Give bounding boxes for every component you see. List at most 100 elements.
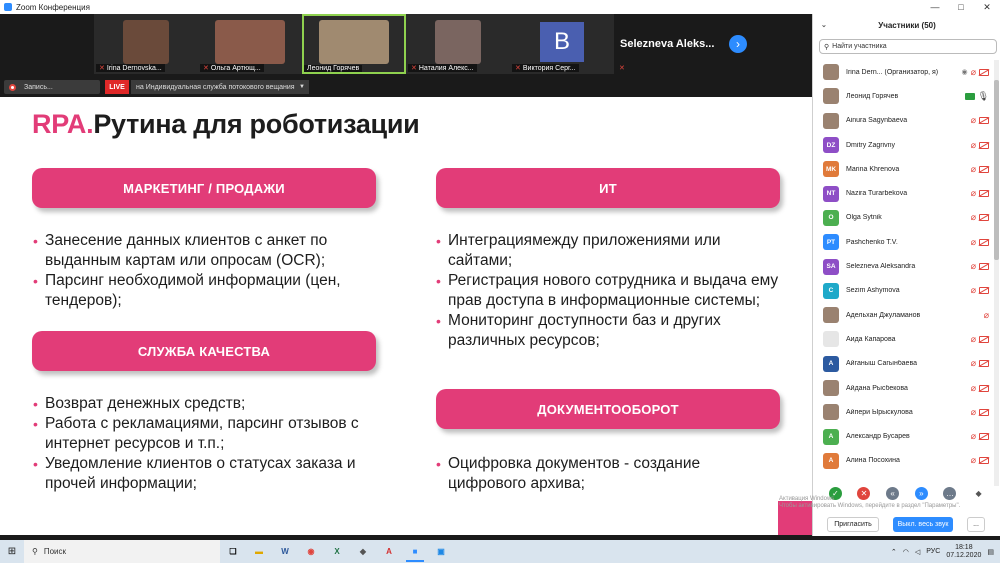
participant-row[interactable]: Irina Dern... (Организатор, я) ◉ ⌀ — [813, 60, 993, 84]
mic-muted-icon[interactable]: ⌀ — [971, 213, 976, 222]
camera-off-icon[interactable] — [979, 360, 989, 368]
camera-off-icon[interactable] — [979, 335, 989, 343]
participant-row[interactable]: Айпери Ырыскулова ⌀ — [813, 400, 993, 424]
excel-icon[interactable]: X — [324, 540, 350, 563]
mic-muted-icon[interactable]: ⌀ — [984, 310, 989, 320]
camera-off-icon[interactable] — [979, 384, 989, 392]
list-item: Оцифровка документов - создание цифровог… — [436, 454, 746, 494]
taskbar-search-input[interactable]: ⚲ Поиск — [24, 540, 220, 563]
scrollbar-thumb[interactable] — [994, 80, 999, 260]
camera-off-icon[interactable] — [979, 117, 989, 125]
mic-muted-icon[interactable]: ⌀ — [971, 359, 976, 368]
camera-on-icon[interactable] — [964, 92, 975, 100]
video-tile[interactable]: B ✕ Виктория Серг... — [510, 14, 614, 74]
video-tile[interactable]: ✕ Наталия Алекс... — [406, 14, 510, 74]
zoom-taskbar-icon[interactable]: ■ — [402, 540, 428, 563]
video-tile[interactable]: ✕ Ольга Артющ... — [198, 14, 302, 74]
camera-off-icon[interactable] — [979, 214, 989, 222]
language-indicator[interactable]: РУС — [926, 548, 940, 555]
participant-row[interactable]: Аида Капарова ⌀ — [813, 327, 993, 351]
camera-off-icon[interactable] — [979, 457, 989, 465]
file-explorer-icon[interactable]: ▬ — [246, 540, 272, 563]
participant-avatar: SA — [823, 258, 839, 275]
minimize-button[interactable]: — — [922, 0, 948, 14]
participant-row[interactable]: Ainura Sagynbaeva ⌀ — [813, 109, 993, 133]
search-icon: ⚲ — [824, 43, 830, 51]
task-view-icon[interactable]: ❏ — [220, 540, 246, 563]
participant-row[interactable]: PT Pashchenko T.V. ⌀ — [813, 230, 993, 254]
mic-on-icon[interactable]: 🎙 — [978, 91, 989, 101]
participant-row[interactable]: Леонид Горячев 🎙 — [813, 84, 993, 108]
bullet-list-docs: Оцифровка документов - создание цифровог… — [436, 454, 746, 494]
window-title: Zoom Конференция — [16, 2, 90, 12]
mute-all-button[interactable]: Выкл. весь звук — [893, 517, 953, 532]
camera-off-icon[interactable] — [979, 433, 989, 441]
mic-muted-icon[interactable]: ⌀ — [971, 67, 976, 77]
record-icon — [9, 83, 16, 91]
participant-scrollbar[interactable] — [994, 60, 999, 486]
windows-activation-watermark: Активация Windows Чтобы активировать Win… — [779, 496, 961, 509]
participant-row[interactable]: A Александр Бусарев ⌀ — [813, 424, 993, 448]
participant-search-input[interactable]: ⚲ Найти участника — [819, 39, 997, 54]
mic-muted-icon[interactable]: ⌀ — [971, 286, 976, 295]
mic-muted-icon[interactable]: ⌀ — [971, 432, 976, 441]
participant-row[interactable]: C Sezim Ashymova ⌀ — [813, 279, 993, 303]
participant-row[interactable]: DZ Dmitry Zagrivny ⌀ — [813, 133, 993, 157]
windows-start-icon[interactable]: ⊞ — [0, 540, 24, 563]
participant-row[interactable]: A Айганыш Сагынбаева ⌀ — [813, 352, 993, 376]
participant-row[interactable]: O Olga Sytnik ⌀ — [813, 206, 993, 230]
camera-off-icon[interactable] — [979, 238, 989, 246]
mic-muted-icon[interactable]: ⌀ — [971, 237, 976, 247]
participant-row[interactable]: A Алина Посохина ⌀ — [813, 449, 993, 473]
mic-muted-icon: ✕ — [619, 65, 625, 72]
mic-muted-icon[interactable]: ⌀ — [971, 456, 976, 465]
wifi-icon[interactable]: ◠ — [903, 548, 909, 556]
participant-row[interactable]: Айдана Рысбекова ⌀ — [813, 376, 993, 400]
participant-name: Алина Посохина — [846, 457, 900, 465]
notifications-icon[interactable]: ▤ — [987, 548, 994, 556]
participant-row[interactable]: MK Marina Khrenova ⌀ — [813, 157, 993, 181]
camera-off-icon[interactable] — [979, 408, 989, 416]
next-page-icon[interactable]: › — [729, 35, 747, 53]
camera-off-icon[interactable] — [979, 68, 989, 76]
acrobat-icon[interactable]: A — [376, 540, 402, 563]
mic-muted-icon[interactable]: ⌀ — [971, 164, 976, 174]
mic-muted-icon[interactable]: ⌀ — [971, 189, 976, 198]
camera-off-icon[interactable] — [979, 263, 989, 271]
camera-off-icon[interactable] — [979, 287, 989, 295]
photos-icon[interactable]: ▣ — [428, 540, 454, 563]
mic-muted-icon[interactable]: ⌀ — [971, 407, 976, 417]
participant-row[interactable]: SA Selezneva Aleksandra ⌀ — [813, 254, 993, 278]
app-icon[interactable]: ◆ — [350, 540, 376, 563]
maximize-button[interactable]: □ — [948, 0, 974, 14]
camera-off-icon[interactable] — [979, 190, 989, 198]
close-button[interactable]: ✕ — [974, 0, 1000, 14]
clock[interactable]: 18:18 07.12.2020 — [946, 544, 981, 560]
camera-off-icon[interactable] — [979, 141, 989, 149]
mic-muted-icon[interactable]: ⌀ — [971, 383, 976, 393]
show-hidden-icons-icon[interactable]: ⌃ — [891, 548, 897, 556]
participant-row[interactable]: Адельхан Джуламанов ⌀ — [813, 303, 993, 327]
video-tile[interactable]: ✕ Irina Dernovska... — [94, 14, 198, 74]
participant-photo — [823, 380, 839, 396]
participant-name: Леонид Горячев — [846, 92, 899, 100]
clear-all-icon[interactable]: ◆ — [972, 486, 986, 500]
mic-muted-icon[interactable]: ⌀ — [971, 334, 976, 344]
participant-name: Александр Бусарев — [846, 433, 910, 441]
video-tile-active-speaker[interactable]: Леонид Горячев — [302, 14, 406, 74]
volume-icon[interactable]: ◁ — [915, 548, 920, 556]
mic-muted-icon[interactable]: ⌀ — [971, 262, 976, 271]
participant-row[interactable]: NT Nazira Turarbekova ⌀ — [813, 181, 993, 205]
record-button[interactable]: Запись... — [4, 80, 100, 94]
participant-status: ⌀ — [971, 334, 989, 344]
participant-list: Irina Dern... (Организатор, я) ◉ ⌀ Леонид Г… — [813, 60, 993, 473]
word-icon[interactable]: W — [272, 540, 298, 563]
mic-muted-icon[interactable]: ⌀ — [971, 140, 976, 150]
mic-muted-icon[interactable]: ⌀ — [971, 116, 976, 125]
live-stream-dropdown[interactable]: на Индивидуальная служба потокового веща… — [131, 80, 309, 94]
more-button[interactable]: ... — [967, 517, 985, 532]
collapse-icon[interactable]: ⌄ — [821, 21, 827, 29]
chrome-icon[interactable]: ◉ — [298, 540, 324, 563]
camera-off-icon[interactable] — [979, 165, 989, 173]
invite-button[interactable]: Пригласить — [827, 517, 879, 532]
